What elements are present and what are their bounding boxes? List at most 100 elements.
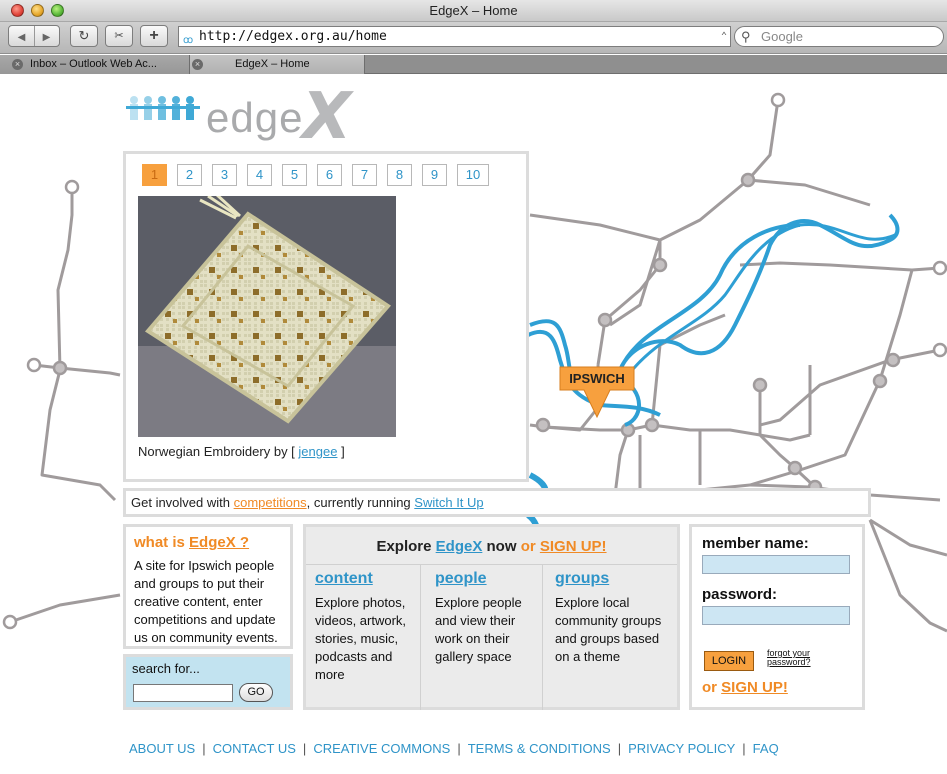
tab-label: Inbox – Outlook Web Ac... [30,58,157,70]
involved-middle: , currently running [306,495,411,510]
page-3-button[interactable]: 3 [212,164,237,186]
snapback-button[interactable]: ✂ [105,25,133,47]
people-chain-icon [126,96,200,120]
back-forward-buttons[interactable]: ◀ ▶ [8,25,60,47]
signup-link[interactable]: SIGN UP! [721,679,788,696]
map-label[interactable]: IPSWICH [560,371,634,386]
back-icon[interactable]: ◀ [9,28,34,48]
tab-edgex-home[interactable]: × EdgeX – Home [190,55,365,74]
forward-icon[interactable]: ▶ [34,28,59,48]
search-field[interactable]: ⚲ Google [734,26,944,47]
search-panel: search for... GO [123,654,293,710]
member-name-label: member name: [702,535,809,552]
window-title: EdgeX – Home [429,3,518,18]
page-1-button[interactable]: 1 [142,164,167,186]
footer-link-faq[interactable]: FAQ [753,741,779,756]
edgex-link[interactable]: EdgeX ? [189,534,249,551]
page-9-button[interactable]: 9 [422,164,447,186]
heading-text: what is [134,534,185,551]
tab-bar: × Inbox – Outlook Web Ac... × EdgeX – Ho… [0,55,947,74]
what-is-heading: what is EdgeX ? [134,534,282,551]
page-10-button[interactable]: 10 [457,164,489,186]
explore-heading: Explore EdgeX now or SIGN UP! [306,538,677,555]
search-input[interactable] [133,684,233,702]
window-titlebar: EdgeX – Home [0,0,947,22]
footer-separator: | [617,741,622,756]
signup-link[interactable]: SIGN UP! [540,538,607,555]
forgot-password-link[interactable]: forgot your password? [767,649,837,667]
go-button[interactable]: GO [239,683,273,702]
add-bookmark-button[interactable]: + [140,25,168,47]
password-field[interactable] [702,606,850,625]
current-competition-link[interactable]: Switch It Up [414,495,483,510]
login-button[interactable]: LOGIN [704,651,754,671]
login-panel: member name: password: LOGIN forgot your… [689,524,865,710]
groups-link[interactable]: groups [555,570,663,588]
divider [420,564,421,710]
plus-icon: + [149,27,159,44]
logo-text: edge [206,94,304,141]
people-link[interactable]: people [435,570,543,588]
search-placeholder: Google [761,29,803,44]
explore-text: Explore [376,538,432,555]
or-text: or [702,679,717,696]
groups-column: groups Explore local community groups an… [555,570,663,666]
embroidery-image [138,196,396,437]
edgex-logo[interactable]: edge X [124,80,364,154]
url-text[interactable]: http://edgex.org.au/home [199,29,387,44]
what-is-edgex-panel: what is EdgeX ? A site for Ipswich peopl… [123,524,293,649]
page-6-button[interactable]: 6 [317,164,342,186]
content-link[interactable]: content [315,570,423,588]
explore-now-text: now [486,538,517,555]
page-5-button[interactable]: 5 [282,164,307,186]
close-tab-icon[interactable]: × [12,59,23,70]
footer-link-contact-us[interactable]: CONTACT US [213,741,296,756]
competitions-link[interactable]: competitions [234,495,307,510]
edgex-explore-link[interactable]: EdgeX [436,538,483,555]
reload-icon: ↻ [78,28,90,43]
footer-separator: | [302,741,307,756]
page-7-button[interactable]: 7 [352,164,377,186]
page-2-button[interactable]: 2 [177,164,202,186]
get-involved-banner: Get involved with competitions, currentl… [123,488,871,517]
address-bar[interactable]: ꝏ http://edgex.org.au/home ⌃ [178,26,731,47]
snapback-icon: ✂ [114,30,124,42]
footer-link-terms-conditions[interactable]: TERMS & CONDITIONS [468,741,611,756]
url-dropdown-icon[interactable]: ⌃ [721,27,727,46]
tab-outlook[interactable]: × Inbox – Outlook Web Ac... [0,55,190,74]
site-favicon-icon: ꝏ [183,35,194,46]
or-text: or [520,538,536,555]
close-tab-icon[interactable]: × [192,59,203,70]
browser-toolbar: ◀ ▶ ↻ ✂ + ꝏ http://edgex.org.au/home ⌃ ⚲ … [0,22,947,54]
footer-separator: | [202,741,206,756]
gallery-pager: 1 2 3 4 5 6 7 8 9 10 [142,164,499,186]
caption-close: ] [341,444,345,459]
search-icon[interactable]: ⚲ [741,27,751,46]
people-column: people Explore people and view their wor… [435,570,543,666]
footer-link-about-us[interactable]: ABOUT US [129,741,195,756]
footer-separator: | [457,741,461,756]
tab-label: EdgeX – Home [235,58,310,70]
people-description: Explore people and view their work on th… [435,595,522,664]
divider [542,564,543,710]
footer-link-creative-commons[interactable]: CREATIVE COMMONS [313,741,450,756]
involved-text: Get involved with [131,495,230,510]
content-description: Explore photos, videos, artwork, stories… [315,595,407,682]
photo-caption: Norwegian Embroidery by [ jengee ] [138,444,345,459]
page-4-button[interactable]: 4 [247,164,272,186]
footer-link-privacy-policy[interactable]: PRIVACY POLICY [628,741,735,756]
featured-photo[interactable] [138,196,396,437]
logo-x: X [302,80,352,154]
divider [34,26,35,46]
caption-text: Norwegian Embroidery by [ [138,444,295,459]
groups-description: Explore local community groups and group… [555,595,662,664]
content-column: content Explore photos, videos, artwork,… [315,570,423,684]
member-name-field[interactable] [702,555,850,574]
featured-gallery: 1 2 3 4 5 6 7 8 9 10 Norwegian Embroider… [123,151,529,482]
author-link[interactable]: jengee [298,444,337,459]
reload-button[interactable]: ↻ [70,25,98,47]
explore-panel: Explore EdgeX now or SIGN UP! content Ex… [303,524,680,710]
password-label: password: [702,586,778,603]
about-text: A site for Ipswich people and groups to … [134,558,278,645]
page-8-button[interactable]: 8 [387,164,412,186]
